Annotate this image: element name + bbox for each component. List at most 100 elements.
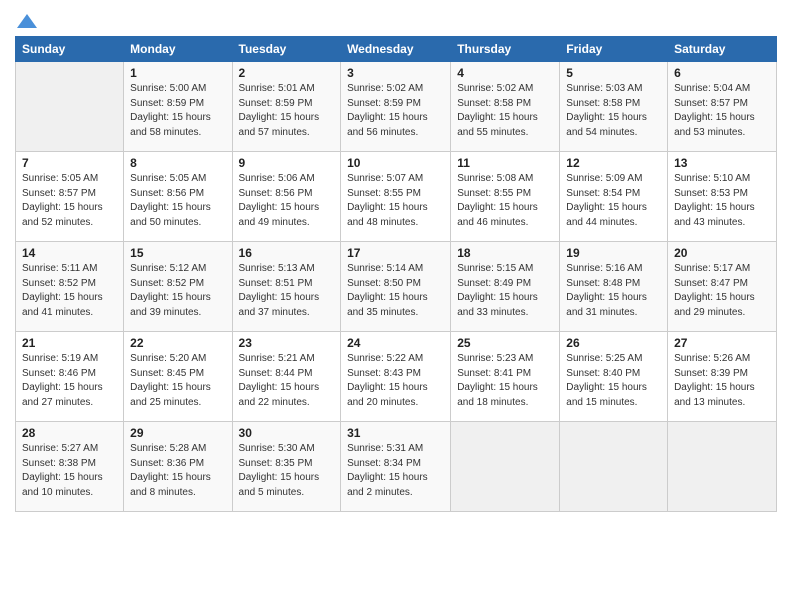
day-info: Sunrise: 5:19 AMSunset: 8:46 PMDaylight:… (22, 352, 117, 410)
calendar-cell: 14 Sunrise: 5:11 AMSunset: 8:52 PMDayligh… (16, 242, 124, 332)
weekday-header: Sunday (16, 37, 124, 62)
day-number: 5 (566, 66, 661, 80)
calendar-week-row: 21Sunrise: 5:19 AMSunset: 8:46 PMDayligh… (16, 332, 777, 422)
day-info: Sunrise: 5:02 AMSunset: 8:58 PMDaylight:… (457, 82, 553, 140)
day-number: 1 (130, 66, 225, 80)
calendar-week-row: 1 Sunrise: 5:00 AMSunset: 8:59 PMDaylight… (16, 62, 777, 152)
calendar-cell (560, 422, 668, 512)
day-info: Sunrise: 5:12 AMSunset: 8:52 PMDaylight:… (130, 262, 225, 320)
day-number: 23 (239, 336, 335, 350)
day-number: 2 (239, 66, 335, 80)
day-info: Sunrise: 5:15 AMSunset: 8:49 PMDaylight:… (457, 262, 553, 320)
calendar-cell: 22 Sunrise: 5:20 AMSunset: 8:45 PMDayligh… (124, 332, 232, 422)
day-info: Sunrise: 5:05 AMSunset: 8:57 PMDaylight:… (22, 172, 117, 230)
day-number: 18 (457, 246, 553, 260)
day-number: 20 (674, 246, 770, 260)
day-info: Sunrise: 5:10 AMSunset: 8:53 PMDaylight:… (674, 172, 770, 230)
logo-arrow-icon (17, 14, 37, 28)
day-info: Sunrise: 5:05 AMSunset: 8:56 PMDaylight:… (130, 172, 225, 230)
calendar-week-row: 28 Sunrise: 5:27 AMSunset: 8:38 PMDayligh… (16, 422, 777, 512)
calendar-cell: 6 Sunrise: 5:04 AMSunset: 8:57 PMDaylight… (668, 62, 777, 152)
calendar-cell: 7 Sunrise: 5:05 AMSunset: 8:57 PMDaylight… (16, 152, 124, 242)
day-number: 10 (347, 156, 444, 170)
day-number: 26 (566, 336, 661, 350)
day-number: 19 (566, 246, 661, 260)
calendar-cell: 8 Sunrise: 5:05 AMSunset: 8:56 PMDaylight… (124, 152, 232, 242)
calendar-cell: 2 Sunrise: 5:01 AMSunset: 8:59 PMDaylight… (232, 62, 341, 152)
day-info: Sunrise: 5:06 AMSunset: 8:56 PMDaylight:… (239, 172, 335, 230)
calendar-cell (16, 62, 124, 152)
day-number: 7 (22, 156, 117, 170)
day-info: Sunrise: 5:26 AMSunset: 8:39 PMDaylight:… (674, 352, 770, 410)
calendar-cell: 25Sunrise: 5:23 AMSunset: 8:41 PMDayligh… (451, 332, 560, 422)
calendar-cell: 16 Sunrise: 5:13 AMSunset: 8:51 PMDayligh… (232, 242, 341, 332)
day-info: Sunrise: 5:03 AMSunset: 8:58 PMDaylight:… (566, 82, 661, 140)
day-number: 29 (130, 426, 225, 440)
calendar-cell: 21Sunrise: 5:19 AMSunset: 8:46 PMDayligh… (16, 332, 124, 422)
day-number: 6 (674, 66, 770, 80)
day-number: 30 (239, 426, 335, 440)
calendar-cell: 9Sunrise: 5:06 AMSunset: 8:56 PMDaylight… (232, 152, 341, 242)
day-info: Sunrise: 5:13 AMSunset: 8:51 PMDaylight:… (239, 262, 335, 320)
page-header (15, 10, 777, 30)
logo (15, 14, 37, 30)
day-info: Sunrise: 5:04 AMSunset: 8:57 PMDaylight:… (674, 82, 770, 140)
day-number: 24 (347, 336, 444, 350)
day-info: Sunrise: 5:11 AMSunset: 8:52 PMDaylight:… (22, 262, 117, 320)
weekday-header: Thursday (451, 37, 560, 62)
day-info: Sunrise: 5:08 AMSunset: 8:55 PMDaylight:… (457, 172, 553, 230)
day-info: Sunrise: 5:00 AMSunset: 8:59 PMDaylight:… (130, 82, 225, 140)
weekday-header: Monday (124, 37, 232, 62)
calendar-cell: 15 Sunrise: 5:12 AMSunset: 8:52 PMDayligh… (124, 242, 232, 332)
calendar-cell: 31 Sunrise: 5:31 AMSunset: 8:34 PMDayligh… (341, 422, 451, 512)
day-number: 17 (347, 246, 444, 260)
day-number: 14 (22, 246, 117, 260)
day-info: Sunrise: 5:14 AMSunset: 8:50 PMDaylight:… (347, 262, 444, 320)
calendar-cell: 3 Sunrise: 5:02 AMSunset: 8:59 PMDaylight… (341, 62, 451, 152)
calendar-cell: 26 Sunrise: 5:25 AMSunset: 8:40 PMDayligh… (560, 332, 668, 422)
day-info: Sunrise: 5:17 AMSunset: 8:47 PMDaylight:… (674, 262, 770, 320)
day-number: 8 (130, 156, 225, 170)
calendar-cell: 27 Sunrise: 5:26 AMSunset: 8:39 PMDayligh… (668, 332, 777, 422)
calendar-cell (451, 422, 560, 512)
calendar-header-row: SundayMondayTuesdayWednesdayThursdayFrid… (16, 37, 777, 62)
day-number: 13 (674, 156, 770, 170)
weekday-header: Saturday (668, 37, 777, 62)
calendar-cell: 30Sunrise: 5:30 AMSunset: 8:35 PMDayligh… (232, 422, 341, 512)
day-number: 16 (239, 246, 335, 260)
day-number: 3 (347, 66, 444, 80)
day-info: Sunrise: 5:07 AMSunset: 8:55 PMDaylight:… (347, 172, 444, 230)
day-info: Sunrise: 5:25 AMSunset: 8:40 PMDaylight:… (566, 352, 661, 410)
calendar-cell: 18 Sunrise: 5:15 AMSunset: 8:49 PMDayligh… (451, 242, 560, 332)
day-info: Sunrise: 5:01 AMSunset: 8:59 PMDaylight:… (239, 82, 335, 140)
day-info: Sunrise: 5:21 AMSunset: 8:44 PMDaylight:… (239, 352, 335, 410)
day-number: 27 (674, 336, 770, 350)
calendar-cell: 19 Sunrise: 5:16 AMSunset: 8:48 PMDayligh… (560, 242, 668, 332)
weekday-header: Friday (560, 37, 668, 62)
weekday-header: Wednesday (341, 37, 451, 62)
day-number: 15 (130, 246, 225, 260)
calendar-cell: 24Sunrise: 5:22 AMSunset: 8:43 PMDayligh… (341, 332, 451, 422)
day-info: Sunrise: 5:16 AMSunset: 8:48 PMDaylight:… (566, 262, 661, 320)
day-number: 22 (130, 336, 225, 350)
day-info: Sunrise: 5:27 AMSunset: 8:38 PMDaylight:… (22, 442, 117, 500)
day-info: Sunrise: 5:31 AMSunset: 8:34 PMDaylight:… (347, 442, 444, 500)
day-number: 4 (457, 66, 553, 80)
calendar-cell (668, 422, 777, 512)
day-number: 25 (457, 336, 553, 350)
calendar-table: SundayMondayTuesdayWednesdayThursdayFrid… (15, 36, 777, 512)
day-info: Sunrise: 5:20 AMSunset: 8:45 PMDaylight:… (130, 352, 225, 410)
calendar-cell: 20 Sunrise: 5:17 AMSunset: 8:47 PMDayligh… (668, 242, 777, 332)
day-info: Sunrise: 5:28 AMSunset: 8:36 PMDaylight:… (130, 442, 225, 500)
weekday-header: Tuesday (232, 37, 341, 62)
calendar-cell: 5 Sunrise: 5:03 AMSunset: 8:58 PMDaylight… (560, 62, 668, 152)
calendar-cell: 29 Sunrise: 5:28 AMSunset: 8:36 PMDayligh… (124, 422, 232, 512)
day-info: Sunrise: 5:02 AMSunset: 8:59 PMDaylight:… (347, 82, 444, 140)
day-number: 31 (347, 426, 444, 440)
calendar-cell: 17 Sunrise: 5:14 AMSunset: 8:50 PMDayligh… (341, 242, 451, 332)
calendar-cell: 1 Sunrise: 5:00 AMSunset: 8:59 PMDaylight… (124, 62, 232, 152)
day-info: Sunrise: 5:09 AMSunset: 8:54 PMDaylight:… (566, 172, 661, 230)
calendar-cell: 28 Sunrise: 5:27 AMSunset: 8:38 PMDayligh… (16, 422, 124, 512)
day-number: 12 (566, 156, 661, 170)
day-number: 28 (22, 426, 117, 440)
